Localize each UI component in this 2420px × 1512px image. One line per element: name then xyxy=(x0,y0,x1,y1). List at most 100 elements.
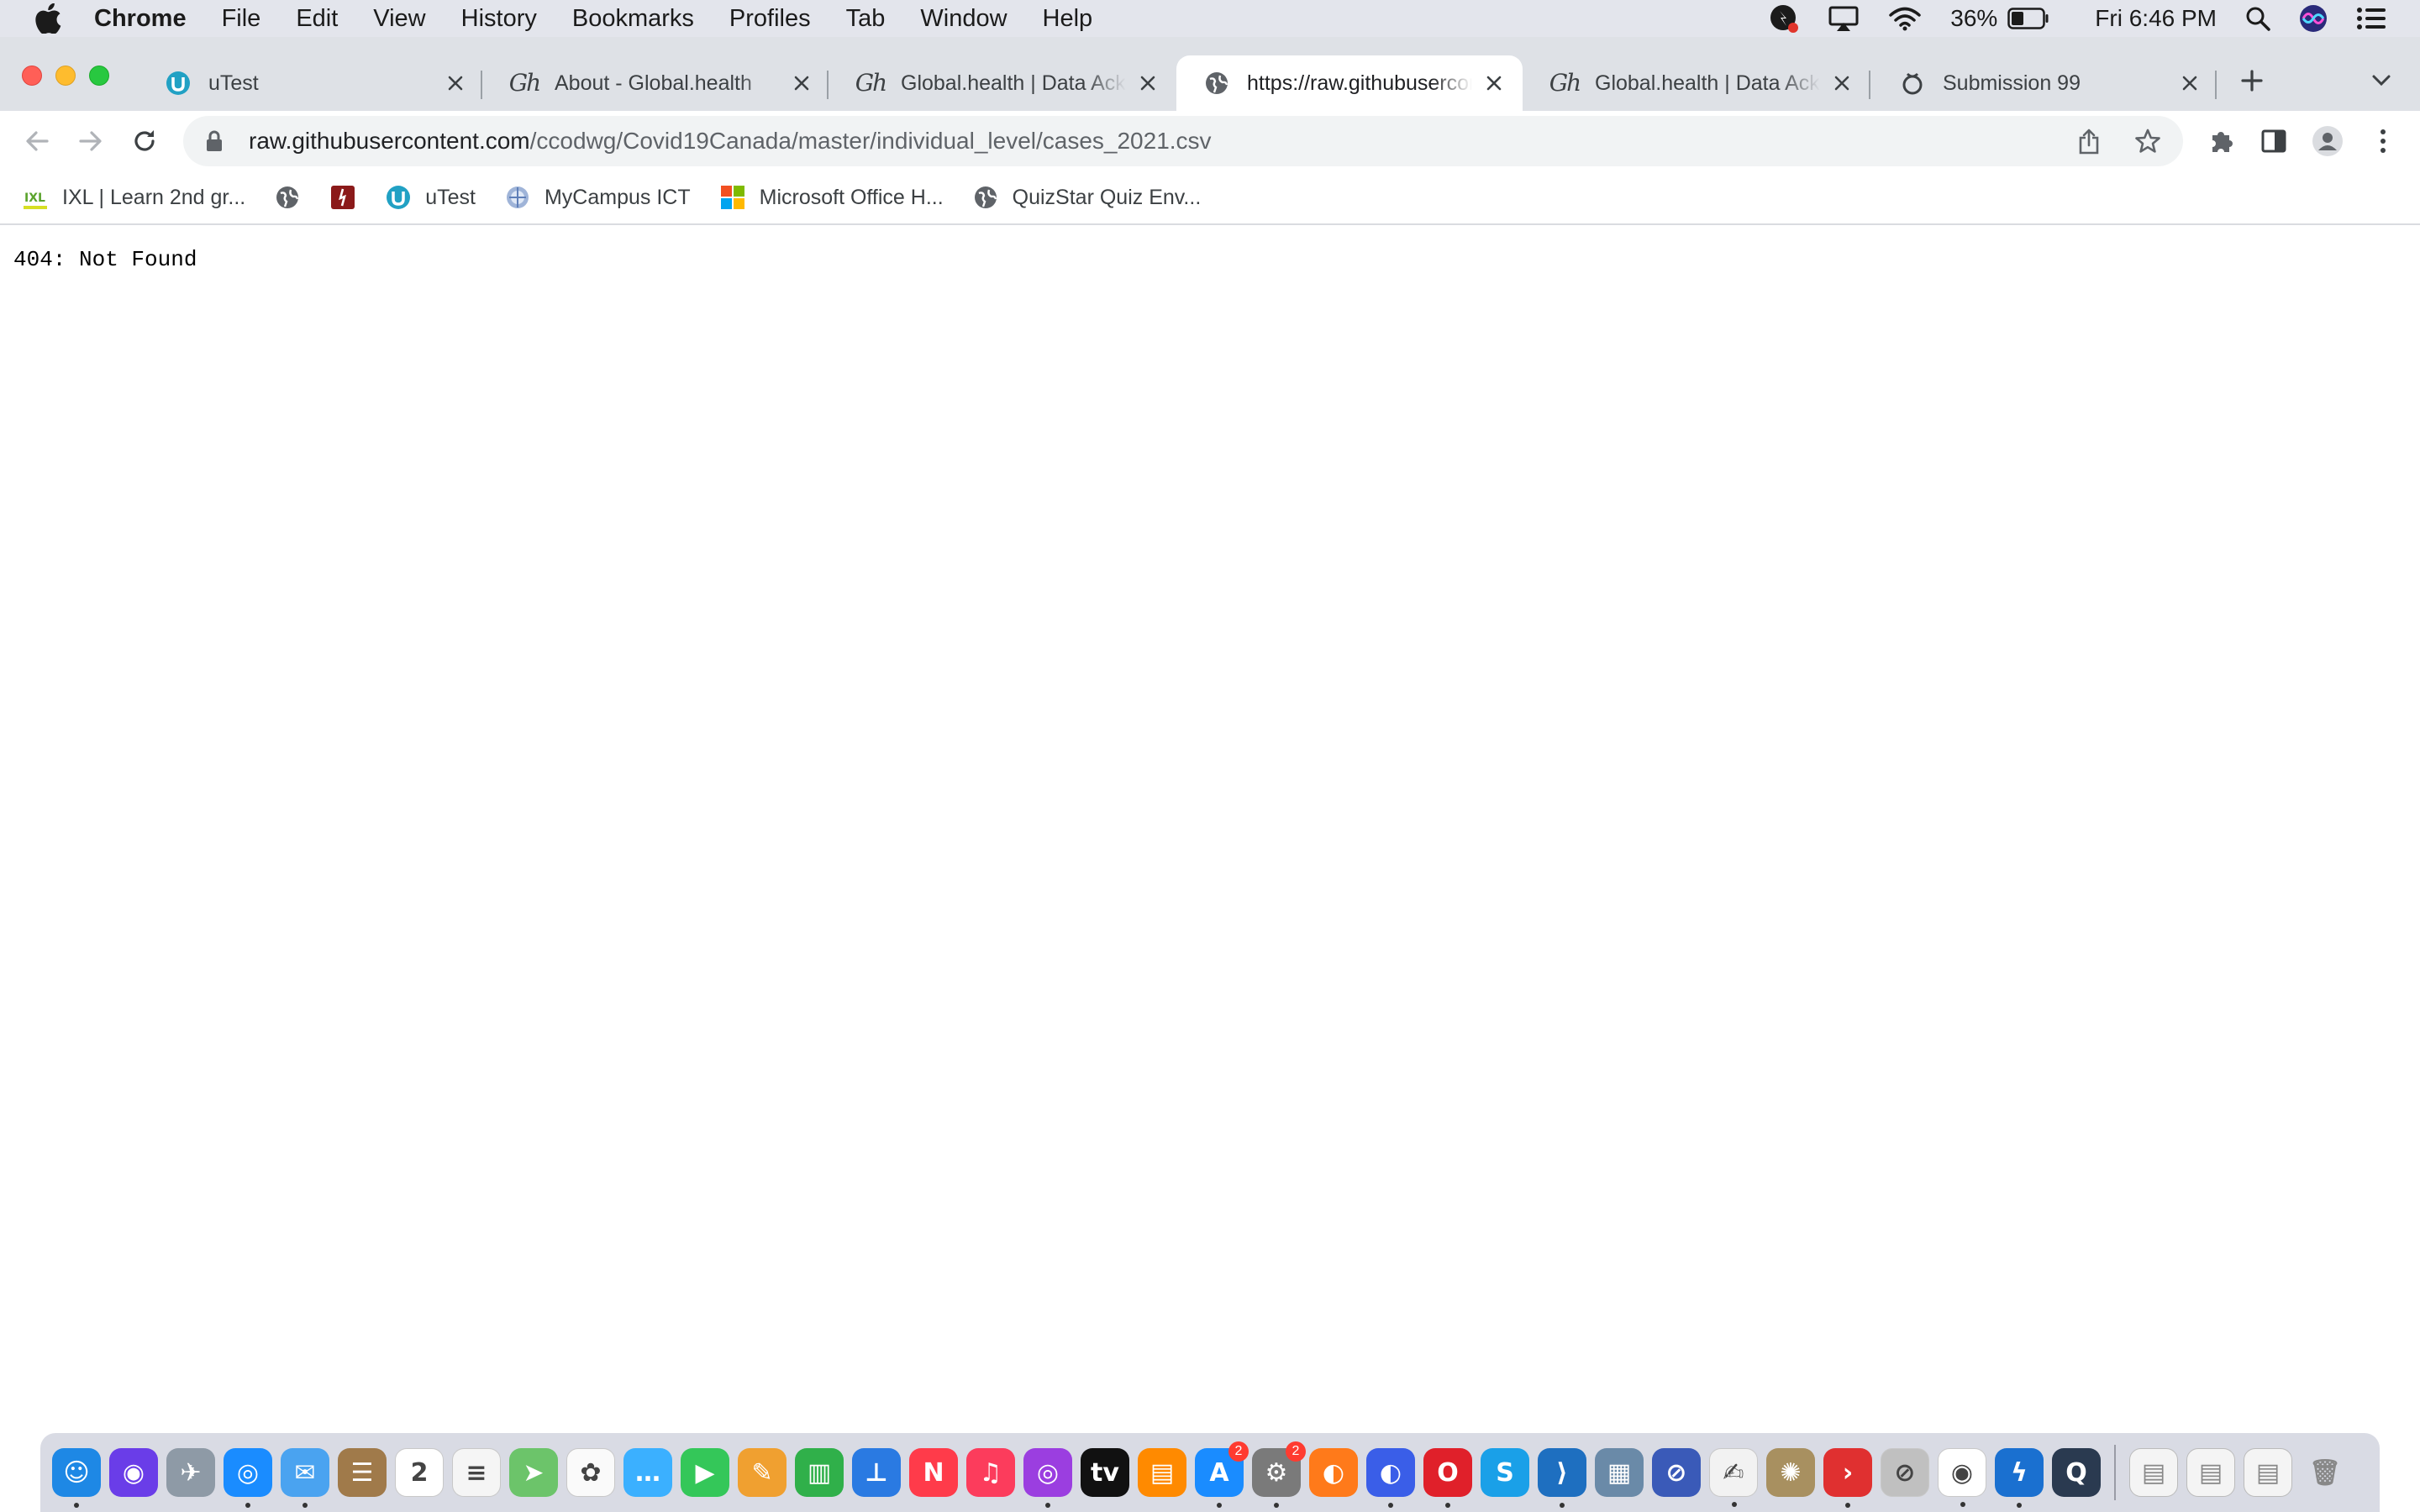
window-minimize-button[interactable] xyxy=(55,66,76,86)
globalhealth-icon: Gh xyxy=(855,69,887,97)
control-center-icon[interactable] xyxy=(2356,6,2386,31)
dock-calendar-icon[interactable]: 2 xyxy=(395,1448,444,1497)
menu-edit[interactable]: Edit xyxy=(296,5,338,33)
tab-utest[interactable]: uTest xyxy=(138,55,484,111)
mycampus-icon xyxy=(504,184,531,211)
bookmark-globe[interactable] xyxy=(274,184,301,211)
side-panel-button[interactable] xyxy=(2257,124,2291,158)
tab-search-button[interactable] xyxy=(2366,66,2396,96)
chrome-menu-button[interactable] xyxy=(2366,124,2400,158)
bookmark-quizstar[interactable]: QuizStar Quiz Env... xyxy=(972,184,1201,211)
dock-glyph: ▦ xyxy=(1607,1457,1632,1488)
dock-keynote-icon[interactable]: ⊥ xyxy=(852,1448,901,1497)
dock-music-icon[interactable]: ♫ xyxy=(966,1448,1015,1497)
dock-glyph: ⚙ xyxy=(1265,1457,1288,1488)
tab-close-icon[interactable] xyxy=(444,71,467,95)
menu-file[interactable]: File xyxy=(222,5,261,33)
forward-button[interactable] xyxy=(74,124,108,158)
dock-skype-icon[interactable]: S xyxy=(1481,1448,1529,1497)
dock-preview-icon[interactable]: ▦ xyxy=(1595,1448,1644,1497)
dock-pdf-expert-icon[interactable]: › xyxy=(1823,1448,1872,1508)
tab-close-icon[interactable] xyxy=(790,71,813,95)
dock-news-icon[interactable]: N xyxy=(909,1448,958,1497)
dock-siri-icon[interactable]: ◉ xyxy=(109,1448,158,1497)
dock-firefox-dev-icon[interactable]: ◐ xyxy=(1366,1448,1415,1508)
dock-finder-icon[interactable]: ☺ xyxy=(52,1448,101,1508)
dock-opera-icon[interactable]: O xyxy=(1423,1448,1472,1508)
dock-reeder-icon[interactable]: ϟ xyxy=(1995,1448,2044,1508)
dock-mail-icon[interactable]: ✉ xyxy=(281,1448,329,1508)
dock-pages-icon[interactable]: ✎ xyxy=(738,1448,786,1497)
apple-logo-icon[interactable] xyxy=(34,3,62,34)
dock-trash-icon[interactable]: 🗑 xyxy=(2301,1448,2349,1497)
tab-raw-githubusercontent[interactable]: https://raw.githubusercontent.com/ccodwg… xyxy=(1176,55,1523,111)
dock-quicktime-icon[interactable]: Q xyxy=(2052,1448,2101,1497)
profile-button[interactable] xyxy=(2311,124,2344,158)
dock-numbers-icon[interactable]: ▥ xyxy=(795,1448,844,1497)
menu-bookmarks[interactable]: Bookmarks xyxy=(572,5,694,33)
dock-firefox-icon[interactable]: ◐ xyxy=(1309,1448,1358,1497)
creative-cloud-icon[interactable] xyxy=(1769,3,1799,34)
share-button[interactable] xyxy=(2072,124,2106,158)
dock-utility-icon[interactable]: ⊘ xyxy=(1881,1448,1929,1497)
bookmark-ixl[interactable]: IXL IXL | Learn 2nd gr... xyxy=(22,184,245,211)
tab-close-icon[interactable] xyxy=(1830,71,1854,95)
dock-launchpad-icon[interactable]: ✈ xyxy=(166,1448,215,1497)
menu-history[interactable]: History xyxy=(461,5,537,33)
address-bar[interactable]: raw.githubusercontent.com/ccodwg/Covid19… xyxy=(183,116,2183,166)
dock-messages-icon[interactable]: … xyxy=(623,1448,672,1497)
tab-close-icon[interactable] xyxy=(2178,71,2202,95)
dock-documents-stack-icon[interactable]: ▤ xyxy=(2129,1448,2178,1497)
dock-books-icon[interactable]: ▤ xyxy=(1138,1448,1186,1497)
dock-grapher-icon[interactable]: ✺ xyxy=(1766,1448,1815,1497)
bookmark-app[interactable] xyxy=(329,184,356,211)
battery-icon[interactable] xyxy=(2007,8,2049,29)
bookmark-microsoft-office[interactable]: Microsoft Office H... xyxy=(719,184,944,211)
menu-tab[interactable]: Tab xyxy=(846,5,886,33)
lock-icon[interactable] xyxy=(202,129,227,154)
dock-facetime-icon[interactable]: ▶ xyxy=(681,1448,729,1497)
dock-downloads-stack-icon[interactable]: ▤ xyxy=(2244,1448,2292,1497)
window-close-button[interactable] xyxy=(22,66,42,86)
dock-maps-icon[interactable]: ➤ xyxy=(509,1448,558,1497)
dock-safari-icon[interactable]: ◎ xyxy=(224,1448,272,1508)
siri-icon[interactable] xyxy=(2299,4,2328,33)
dock-photos-icon[interactable]: ✿ xyxy=(566,1448,615,1497)
tab-submission-99[interactable]: Submission 99 xyxy=(1872,55,2218,111)
bookmark-utest[interactable]: uTest xyxy=(385,184,476,211)
dock-podcasts-icon[interactable]: ◎ xyxy=(1023,1448,1072,1508)
dock-app-store-icon[interactable]: A2 xyxy=(1195,1441,1249,1508)
extensions-button[interactable] xyxy=(2205,124,2238,158)
menu-profiles[interactable]: Profiles xyxy=(729,5,811,33)
url-text[interactable]: raw.githubusercontent.com/ccodwg/Covid19… xyxy=(249,128,1212,155)
tab-about-global-health[interactable]: Gh About - Global.health xyxy=(484,55,830,111)
menu-help[interactable]: Help xyxy=(1043,5,1093,33)
dock-glyph: tv xyxy=(1091,1457,1119,1488)
bookmark-star-button[interactable] xyxy=(2131,124,2165,158)
dock-screenshots-stack-icon[interactable]: ▤ xyxy=(2186,1448,2235,1497)
menu-clock[interactable]: Fri 6:46 PM xyxy=(2095,5,2217,32)
menu-chrome[interactable]: Chrome xyxy=(94,5,187,33)
dock-system-preferences-icon[interactable]: ⚙ 2 xyxy=(1252,1441,1306,1508)
back-button[interactable] xyxy=(20,124,54,158)
menu-window[interactable]: Window xyxy=(920,5,1007,33)
tab-close-icon[interactable] xyxy=(1136,71,1160,95)
dock-apple-tv-icon[interactable]: tv xyxy=(1081,1448,1129,1497)
dock-textedit-icon[interactable]: ✍ xyxy=(1709,1448,1758,1507)
dock-screen-time-icon[interactable]: ⊘ xyxy=(1652,1448,1701,1497)
wifi-icon[interactable] xyxy=(1888,6,1922,31)
dock-chrome-icon[interactable]: ◉ xyxy=(1938,1448,1986,1507)
menu-view[interactable]: View xyxy=(373,5,425,33)
window-zoom-button[interactable] xyxy=(89,66,109,86)
dock-contacts-icon[interactable]: ☰ xyxy=(338,1448,387,1497)
bookmark-mycampus[interactable]: MyCampus ICT xyxy=(504,184,691,211)
reload-button[interactable] xyxy=(128,124,161,158)
airplay-icon[interactable] xyxy=(1828,5,1860,32)
new-tab-button[interactable] xyxy=(2235,64,2269,97)
dock-reminders-icon[interactable]: ≡ xyxy=(452,1448,501,1497)
tab-close-icon[interactable] xyxy=(1482,71,1506,95)
dock-vscode-icon[interactable]: ⟩ xyxy=(1538,1448,1586,1508)
tab-global-health-data-acknowledgments-2[interactable]: Gh Global.health | Data Acknowledgments xyxy=(1524,55,1870,111)
tab-global-health-data-acknowledgments[interactable]: Gh Global.health | Data Acknowledgments xyxy=(830,55,1176,111)
spotlight-search-icon[interactable] xyxy=(2245,6,2270,31)
